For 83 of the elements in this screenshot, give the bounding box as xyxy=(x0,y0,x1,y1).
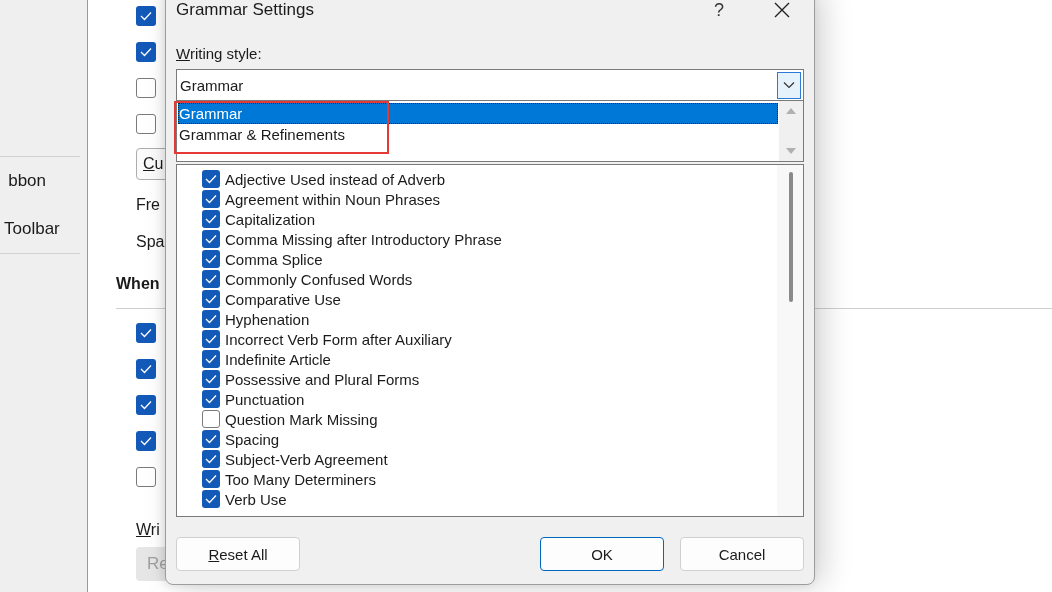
checkmark-icon xyxy=(205,354,217,364)
checkbox[interactable] xyxy=(202,210,220,228)
checkmark-icon xyxy=(205,494,217,504)
checkmark-icon xyxy=(205,234,217,244)
checkbox[interactable] xyxy=(136,395,156,415)
checkbox[interactable] xyxy=(136,78,156,98)
sidebar-item[interactable]: Toolbar xyxy=(4,219,60,239)
checkmark-icon xyxy=(205,374,217,384)
checkmark-icon xyxy=(205,274,217,284)
rule-label: Comma Splice xyxy=(225,250,323,268)
checkmark-icon xyxy=(205,474,217,484)
rule-label: Too Many Determiners xyxy=(225,470,376,488)
checkmark-icon xyxy=(140,364,152,374)
checkbox[interactable] xyxy=(202,250,220,268)
rule-label: Commonly Confused Words xyxy=(225,270,413,288)
checkbox[interactable] xyxy=(202,330,220,348)
rule-label: Possessive and Plural Forms xyxy=(225,370,420,388)
checkbox[interactable] xyxy=(202,310,220,328)
checkbox[interactable] xyxy=(136,114,156,134)
checkmark-icon xyxy=(140,400,152,410)
checkbox[interactable] xyxy=(202,190,220,208)
rule-label: Adjective Used instead of Adverb xyxy=(225,170,446,188)
rule-label: Comma Missing after Introductory Phrase xyxy=(225,230,502,248)
checkbox[interactable] xyxy=(202,370,220,388)
chevron-down-icon[interactable] xyxy=(777,71,801,99)
rule-label: Comparative Use xyxy=(225,290,341,308)
rule-label: Punctuation xyxy=(225,390,305,408)
checkmark-icon xyxy=(205,254,217,264)
checkbox[interactable] xyxy=(136,323,156,343)
dialog-title: Grammar Settings xyxy=(176,0,315,20)
field-label: Writing style: xyxy=(176,45,262,62)
checkmark-icon xyxy=(140,328,152,338)
checkmark-icon xyxy=(205,294,217,304)
checkbox[interactable] xyxy=(202,270,220,288)
checkmark-icon xyxy=(205,394,217,404)
checkbox[interactable] xyxy=(202,430,220,448)
rule-label: Incorrect Verb Form after Auxiliary xyxy=(225,330,452,348)
checkbox[interactable] xyxy=(202,230,220,248)
checkmark-icon xyxy=(140,436,152,446)
checkbox[interactable] xyxy=(136,6,156,26)
checkbox[interactable] xyxy=(202,170,220,188)
checkbox[interactable] xyxy=(136,359,156,379)
checkmark-icon xyxy=(205,194,217,204)
close-icon[interactable] xyxy=(774,2,790,18)
scrollbar-thumb[interactable] xyxy=(789,172,793,302)
checkmark-icon xyxy=(140,47,152,57)
checkbox[interactable] xyxy=(136,467,156,487)
rule-label: Question Mark Missing xyxy=(225,410,378,428)
rule-label: Indefinite Article xyxy=(225,350,331,368)
checkmark-icon xyxy=(205,214,217,224)
section-heading: When xyxy=(116,275,160,293)
rule-label: Hyphenation xyxy=(225,310,310,328)
rule-label: Spacing xyxy=(225,430,280,448)
checkbox[interactable] xyxy=(202,470,220,488)
checkbox[interactable] xyxy=(202,290,220,308)
section-label: Wri xyxy=(136,521,160,539)
writing-style-dropdown[interactable]: Grammar xyxy=(176,69,804,102)
help-button[interactable]: ? xyxy=(714,0,724,21)
checkmark-icon xyxy=(140,11,152,21)
checkbox[interactable] xyxy=(202,350,220,368)
dropdown-option[interactable]: Grammar & Refinements xyxy=(178,124,778,146)
checkbox[interactable] xyxy=(202,450,220,468)
sidebar-item[interactable]: bbon xyxy=(8,171,46,191)
checkbox[interactable] xyxy=(202,490,220,508)
rule-label: Subject-Verb Agreement xyxy=(225,450,388,468)
dialog-button[interactable]: Reset All xyxy=(176,537,300,571)
dialog-button[interactable]: Cancel xyxy=(680,537,804,571)
checkbox[interactable] xyxy=(136,431,156,451)
rule-label: Agreement within Noun Phrases xyxy=(225,190,441,208)
checkmark-icon xyxy=(205,434,217,444)
setting-label: Fre xyxy=(136,195,160,214)
checkbox[interactable] xyxy=(136,42,156,62)
checkmark-icon xyxy=(205,174,217,184)
rule-label: Capitalization xyxy=(225,210,316,228)
rule-label: Verb Use xyxy=(225,490,287,508)
setting-label: Spa xyxy=(136,232,165,251)
checkbox[interactable] xyxy=(202,410,220,428)
checkmark-icon xyxy=(205,334,217,344)
checkbox[interactable] xyxy=(202,390,220,408)
dialog-button[interactable]: OK xyxy=(540,537,664,571)
checkmark-icon xyxy=(205,314,217,324)
checkmark-icon xyxy=(205,454,217,464)
dropdown-option[interactable]: Grammar xyxy=(178,103,778,125)
